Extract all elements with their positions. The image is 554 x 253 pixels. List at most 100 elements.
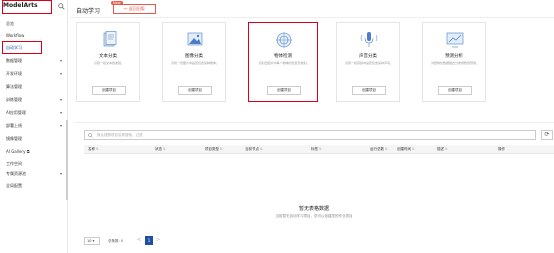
- create-project-button[interactable]: 创建项目: [267, 86, 301, 95]
- card-description: 识别一张图片中是否包含某种物体。: [170, 61, 219, 65]
- header-divider: [70, 17, 554, 18]
- create-project-button[interactable]: 创建项目: [92, 86, 126, 95]
- back-to-old-version-button[interactable]: ↩ 返回旧版: [113, 4, 156, 14]
- column-header-current-node[interactable]: 当前节点⇅: [245, 147, 263, 152]
- sidebar-item-dev-env[interactable]: 开发环境 ▾: [6, 71, 64, 77]
- card-object-detection[interactable]: 物体检测 识别出图片中每个物体的位置及类别。 创建项目: [248, 22, 318, 102]
- card-image-classification[interactable]: 图像分类 识别一张图片中是否包含某种物体。 创建项目: [162, 22, 226, 102]
- page-size-value: 10: [87, 239, 92, 243]
- target-icon: [276, 32, 292, 48]
- sidebar-item-resource-pool[interactable]: 专属资源池 ▾: [6, 171, 64, 177]
- page-size-select[interactable]: 10 ▾: [84, 237, 100, 245]
- sidebar-item-label: 部署上线: [6, 123, 22, 128]
- sidebar-item-label: 数据管理: [6, 58, 22, 63]
- chevron-down-icon: ▾: [59, 110, 62, 115]
- sidebar-item-label: 镜像管理: [6, 136, 22, 141]
- column-label: 描述: [437, 147, 444, 151]
- page-number-button[interactable]: 1: [145, 236, 153, 245]
- search-placeholder: 默认按照项目名称搜索，过滤: [97, 133, 143, 137]
- card-text-classification[interactable]: 文本分类 识别一段文本的类别。 创建项目: [76, 22, 140, 102]
- column-header-type[interactable]: 项目类型⇅: [205, 147, 223, 152]
- create-project-button[interactable]: 创建项目: [178, 86, 212, 95]
- sidebar-item-label: 总览: [6, 21, 14, 26]
- refresh-icon: ⟳: [544, 131, 550, 138]
- sidebar-item-label: 工作空间: [6, 161, 22, 166]
- card-title: 文本分类: [99, 54, 117, 59]
- sidebar-item-label: 专属资源池: [6, 171, 26, 176]
- sidebar-item-label: 训练管理: [6, 97, 22, 102]
- sidebar-item-label: 开发环境: [6, 71, 22, 76]
- create-project-button[interactable]: 创建项目: [438, 86, 472, 95]
- column-label: 名称: [88, 147, 95, 151]
- column-label: 标签: [311, 147, 318, 151]
- sidebar-item-global-config[interactable]: 全局配置: [6, 183, 64, 189]
- project-table-panel: [74, 122, 554, 253]
- column-header-run-count[interactable]: 运行总数⇅: [370, 147, 388, 152]
- chevron-down-icon: ▾: [92, 239, 95, 243]
- card-description: 识别一段音频中是否包含某种声音。: [344, 61, 393, 65]
- chart-monitor-icon: [446, 32, 464, 48]
- microphone-icon: [360, 32, 378, 47]
- sidebar-item-label: 算法管理: [6, 84, 22, 89]
- card-description: 对结构化数据做出分类或数值预测。: [430, 61, 479, 65]
- sidebar-item-training[interactable]: 训练管理 ▾: [6, 97, 64, 103]
- sidebar-item-workspace[interactable]: 工作空间: [6, 161, 64, 167]
- sidebar-item-workflow[interactable]: Workflow: [6, 33, 64, 38]
- card-title: 声音分类: [359, 54, 377, 59]
- column-label: 创建时间: [397, 147, 411, 151]
- chevron-down-icon: ▾: [59, 123, 62, 128]
- column-header-status[interactable]: 状态⇅: [155, 147, 166, 152]
- document-icon: [103, 31, 117, 47]
- prev-page-button[interactable]: <: [137, 237, 141, 243]
- sort-icon: ⇅: [412, 147, 415, 151]
- card-sound-classification[interactable]: 声音分类 识别一段音频中是否包含某种声音。 创建项目: [336, 22, 400, 102]
- total-count: 总条数: 0: [108, 239, 124, 243]
- card-description: 识别出图片中每个物体的位置及类别。: [258, 61, 310, 65]
- table-header: 名称⇅ 状态⇅ 项目类型⇅ 当前节点⇅ 标签⇅ 运行总数⇅ 创建时间⇅ 描述⇅ …: [84, 145, 554, 154]
- chevron-down-icon: ▾: [59, 97, 62, 102]
- sidebar-item-label: 全局配置: [6, 183, 22, 188]
- chevron-down-icon: ▾: [59, 58, 62, 63]
- search-input[interactable]: 默认按照项目名称搜索，过滤: [84, 130, 536, 140]
- empty-state-title: 暂无表格数据: [298, 206, 329, 212]
- column-header-tags[interactable]: 标签⇅: [311, 147, 322, 152]
- column-label: 项目类型: [205, 147, 219, 151]
- column-header-created[interactable]: 创建时间⇅: [397, 147, 415, 152]
- chevron-down-icon: ▾: [59, 71, 62, 76]
- sidebar-item-label: AI Gallery ⧉: [6, 149, 30, 154]
- column-header-name[interactable]: 名称⇅: [88, 147, 99, 152]
- sort-icon: ⇅: [163, 147, 166, 151]
- chevron-down-icon: ▾: [59, 171, 62, 176]
- sidebar-item-label: AI应用管理: [6, 110, 26, 115]
- sidebar-item-ai-app[interactable]: AI应用管理 ▾: [6, 110, 64, 116]
- column-label: 状态: [155, 147, 162, 151]
- sort-icon: ⇅: [260, 147, 263, 151]
- sidebar-item-deploy[interactable]: 部署上线 ▾: [6, 123, 64, 129]
- search-icon[interactable]: [58, 3, 65, 10]
- sidebar-scrollbar[interactable]: [66, 120, 68, 200]
- sort-icon: ⇅: [319, 147, 322, 151]
- search-icon: [88, 133, 93, 138]
- column-header-description[interactable]: 描述⇅: [437, 147, 448, 152]
- image-icon: [187, 32, 203, 46]
- sort-icon: ⇅: [96, 147, 99, 151]
- active-item-highlight-box: [2, 41, 42, 54]
- next-page-button[interactable]: >: [156, 237, 160, 243]
- card-title: 预测分析: [445, 54, 463, 59]
- card-description: 识别一段文本的类别。: [93, 61, 124, 65]
- sidebar-item-ai-gallery[interactable]: AI Gallery ⧉: [6, 149, 64, 154]
- card-title: 物体检测: [274, 54, 292, 59]
- empty-state-description: 当前暂无自动学习项目，您可以创建您的作业项目: [275, 214, 353, 218]
- card-predictive-analytics[interactable]: 预测分析 对结构化数据做出分类或数值预测。 创建项目: [422, 22, 486, 102]
- sort-icon: ⇅: [220, 147, 223, 151]
- create-project-button[interactable]: 创建项目: [352, 86, 386, 95]
- page-title: 自动学习: [76, 8, 101, 15]
- refresh-button[interactable]: ⟳: [541, 130, 553, 140]
- sidebar-item-data-management[interactable]: 数据管理 ▾: [6, 58, 64, 64]
- sidebar-item-algorithm[interactable]: 算法管理: [6, 84, 64, 90]
- brand-highlight-box: [2, 0, 52, 14]
- card-title: 图像分类: [185, 54, 203, 59]
- sort-icon: ⇅: [385, 147, 388, 151]
- sidebar-item-image[interactable]: 镜像管理: [6, 136, 64, 142]
- sidebar-item-overview[interactable]: 总览: [6, 21, 64, 27]
